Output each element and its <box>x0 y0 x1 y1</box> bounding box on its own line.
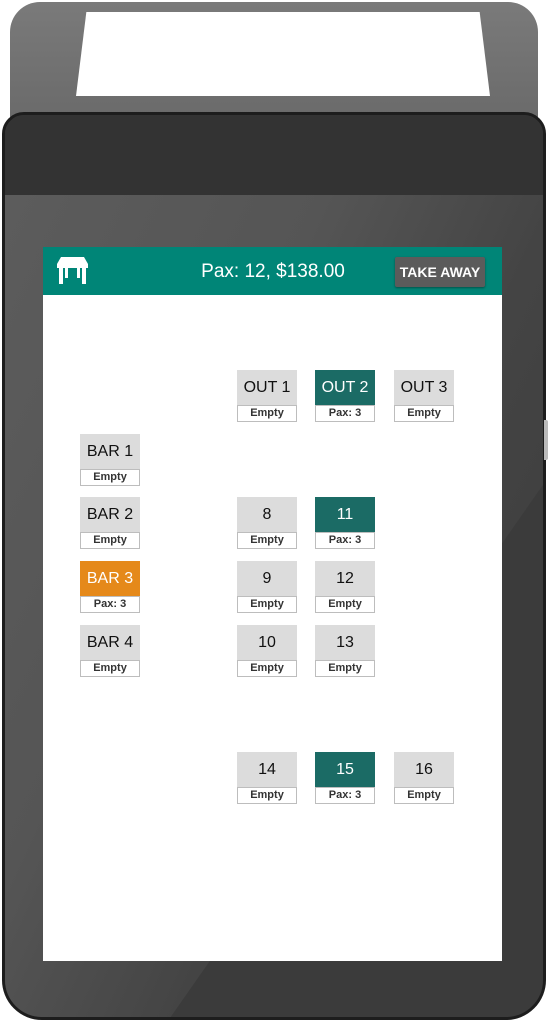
table-tile-14[interactable]: 14 Empty <box>237 752 297 805</box>
table-name: OUT 3 <box>394 370 454 405</box>
table-name: BAR 1 <box>80 434 140 469</box>
table-name: 9 <box>237 561 297 596</box>
device-side-button <box>544 420 548 460</box>
table-tile-9[interactable]: 9 Empty <box>237 561 297 614</box>
table-name: 16 <box>394 752 454 787</box>
table-name: 10 <box>237 625 297 660</box>
table-name: 11 <box>315 497 375 532</box>
table-tile-out-3[interactable]: OUT 3 Empty <box>394 370 454 423</box>
table-tile-bar-4[interactable]: BAR 4 Empty <box>80 625 140 678</box>
table-name: 15 <box>315 752 375 787</box>
table-status: Empty <box>394 787 454 804</box>
table-status: Empty <box>80 532 140 549</box>
table-tile-out-1[interactable]: OUT 1 Empty <box>237 370 297 423</box>
table-tile-out-2[interactable]: OUT 2 Pax: 3 <box>315 370 375 423</box>
table-status: Empty <box>315 596 375 613</box>
table-name: 13 <box>315 625 375 660</box>
table-name: OUT 2 <box>315 370 375 405</box>
table-status: Empty <box>394 405 454 422</box>
table-status: Empty <box>315 660 375 677</box>
order-summary: Pax: 12, $138.00 <box>201 261 345 282</box>
take-away-button[interactable]: TAKE AWAY <box>395 257 485 287</box>
table-name: OUT 1 <box>237 370 297 405</box>
table-status: Empty <box>237 660 297 677</box>
table-tile-10[interactable]: 10 Empty <box>237 625 297 678</box>
table-status: Empty <box>80 660 140 677</box>
table-tile-bar-3[interactable]: BAR 3 Pax: 3 <box>80 561 140 614</box>
pos-screen: Pax: 12, $138.00 TAKE AWAY OUT 1 Empty O… <box>43 247 502 961</box>
table-status: Pax: 3 <box>315 405 375 422</box>
table-tile-16[interactable]: 16 Empty <box>394 752 454 805</box>
table-name: 14 <box>237 752 297 787</box>
table-name: BAR 3 <box>80 561 140 596</box>
device-top-housing <box>10 2 538 122</box>
table-tile-15[interactable]: 15 Pax: 3 <box>315 752 375 805</box>
table-status: Empty <box>237 532 297 549</box>
table-name: 12 <box>315 561 375 596</box>
device-band <box>5 115 543 197</box>
table-tile-12[interactable]: 12 Empty <box>315 561 375 614</box>
table-name: BAR 2 <box>80 497 140 532</box>
customer-display <box>76 12 490 96</box>
table-status: Pax: 3 <box>315 787 375 804</box>
table-tile-13[interactable]: 13 Empty <box>315 625 375 678</box>
table-status: Empty <box>80 469 140 486</box>
table-name: BAR 4 <box>80 625 140 660</box>
table-status: Pax: 3 <box>315 532 375 549</box>
app-bar: Pax: 12, $138.00 TAKE AWAY <box>43 247 502 295</box>
table-status: Pax: 3 <box>80 596 140 613</box>
table-name: 8 <box>237 497 297 532</box>
table-tile-8[interactable]: 8 Empty <box>237 497 297 550</box>
table-status: Empty <box>237 405 297 422</box>
table-tile-bar-2[interactable]: BAR 2 Empty <box>80 497 140 550</box>
table-icon[interactable] <box>56 257 89 285</box>
table-tile-bar-1[interactable]: BAR 1 Empty <box>80 434 140 487</box>
table-status: Empty <box>237 596 297 613</box>
table-tile-11[interactable]: 11 Pax: 3 <box>315 497 375 550</box>
table-status: Empty <box>237 787 297 804</box>
